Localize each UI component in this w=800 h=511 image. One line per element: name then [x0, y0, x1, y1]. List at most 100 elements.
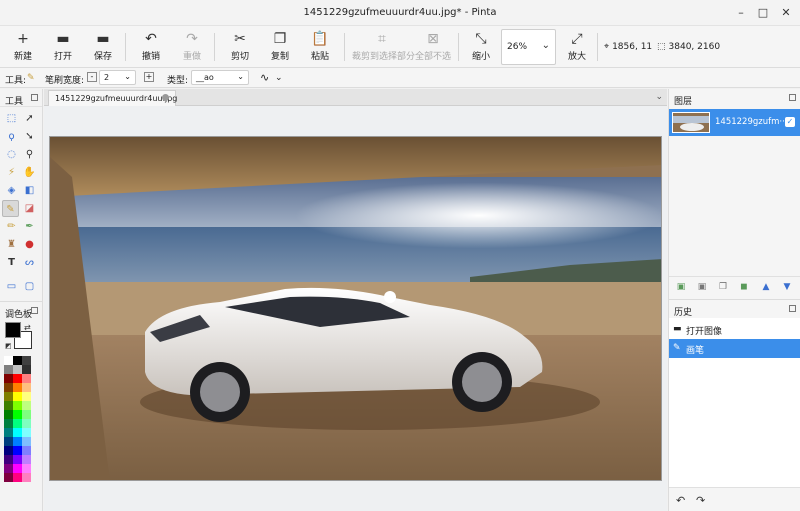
palette-swatch[interactable] [4, 428, 13, 437]
rectangle-select-icon[interactable]: ⬚ [3, 110, 20, 127]
palette-swatch[interactable] [13, 464, 22, 473]
document-tab[interactable]: 1451229gzufmeuuurdr4uu.jpg [48, 90, 177, 106]
palette-swatch[interactable] [13, 374, 22, 383]
line-curve-icon[interactable]: ᔕ [21, 254, 38, 271]
palette-swatch[interactable] [4, 419, 13, 428]
move-layer-up-icon[interactable]: ▲ [761, 282, 771, 292]
palette-swatch[interactable] [4, 374, 13, 383]
pan-tool-icon[interactable]: ✋ [21, 164, 38, 181]
palette-swatch[interactable] [4, 455, 13, 464]
save-button[interactable]: ▬ 保存 [83, 29, 123, 65]
palette-swatch[interactable] [4, 356, 13, 365]
magic-wand-icon[interactable]: ⚡ [3, 164, 20, 181]
palette-swatch[interactable] [4, 365, 13, 374]
palette-swatch[interactable] [13, 365, 22, 374]
clone-stamp-icon[interactable]: ♜ [3, 236, 20, 253]
duplicate-layer-icon[interactable]: ❐ [718, 282, 728, 292]
redo-button[interactable]: ↷ 重做 [172, 29, 212, 65]
palette-swatch[interactable] [4, 464, 13, 473]
gradient-icon[interactable]: ◧ [21, 182, 38, 199]
text-tool-icon[interactable]: T [3, 254, 20, 271]
recolor-icon[interactable]: ● [21, 236, 38, 253]
move-selection-icon[interactable]: ➘ [21, 128, 38, 145]
layer-visibility-checkbox[interactable]: ✓ [785, 117, 795, 127]
undo-icon[interactable]: ↶ [676, 494, 685, 507]
move-layer-down-icon[interactable]: ▼ [782, 282, 792, 292]
antialiasing-icon[interactable]: ∿ [260, 71, 269, 84]
palette-swatch[interactable] [22, 356, 31, 365]
color-picker-icon[interactable]: ✒ [21, 218, 38, 235]
history-item[interactable]: ✎ 画笔 [669, 339, 800, 358]
palette-swatch[interactable] [13, 428, 22, 437]
palette-swatch[interactable] [4, 392, 13, 401]
palette-swatch[interactable] [13, 392, 22, 401]
rounded-rectangle-icon[interactable]: ▢ [21, 278, 38, 295]
brush-type-select[interactable]: __ao ⌄ [191, 70, 249, 85]
maximize-button[interactable]: □ [755, 5, 771, 21]
paste-button[interactable]: 📋 粘贴 [300, 29, 340, 65]
palette-swatch[interactable] [22, 428, 31, 437]
palette-swatch[interactable] [13, 419, 22, 428]
move-selected-icon[interactable]: ➚ [21, 110, 38, 127]
deselect-all-button[interactable]: ⊠ 全部不选 [413, 29, 453, 65]
ellipse-select-icon[interactable]: ◌ [3, 146, 20, 163]
palette-swatch[interactable] [13, 401, 22, 410]
canvas-image[interactable] [49, 136, 662, 481]
palette-swatch[interactable] [13, 473, 22, 482]
palette-swatch[interactable] [4, 410, 13, 419]
merge-layer-icon[interactable]: ◼ [739, 282, 749, 292]
minimize-button[interactable]: – [733, 5, 749, 21]
close-button[interactable]: ✕ [778, 5, 794, 21]
palette-swatch[interactable] [13, 356, 22, 365]
palette-swatch[interactable] [22, 455, 31, 464]
palette-swatch[interactable] [22, 365, 31, 374]
palette-swatch[interactable] [22, 419, 31, 428]
zoom-in-button[interactable]: ⤢ 放大 [557, 29, 597, 65]
zoom-out-button[interactable]: ⤡ 缩小 [461, 29, 501, 65]
increase-width-button[interactable]: + [144, 72, 154, 82]
chevron-down-icon[interactable]: ⌄ [275, 73, 283, 83]
palette-swatch[interactable] [13, 383, 22, 392]
pin-icon[interactable] [789, 305, 796, 312]
eraser-icon[interactable]: ◪ [21, 200, 38, 217]
decrease-width-button[interactable]: - [87, 72, 97, 82]
palette-swatch[interactable] [4, 401, 13, 410]
palette-swatch[interactable] [22, 410, 31, 419]
layer-item[interactable]: 1451229gzufm··· ✓ [669, 109, 800, 136]
palette-swatch[interactable] [13, 410, 22, 419]
zoom-tool-icon[interactable]: ⚲ [21, 146, 38, 163]
paintbrush-tool-icon[interactable]: ✎ [2, 200, 19, 217]
history-item[interactable]: ▬ 打开图像 [669, 320, 800, 339]
pin-icon[interactable] [31, 307, 38, 314]
palette-swatch[interactable] [22, 446, 31, 455]
palette-swatch[interactable] [22, 383, 31, 392]
palette-swatch[interactable] [22, 464, 31, 473]
palette-swatch[interactable] [22, 392, 31, 401]
rectangle-tool-icon[interactable]: ▭ [3, 278, 20, 295]
palette-swatch[interactable] [22, 374, 31, 383]
crop-to-selection-button[interactable]: ⌗ 裁剪到选择部分 [352, 29, 415, 65]
palette-swatch[interactable] [4, 473, 13, 482]
add-layer-icon[interactable]: ▣ [676, 282, 686, 292]
palette-swatch[interactable] [13, 446, 22, 455]
chevron-down-icon[interactable]: ⌄ [655, 92, 663, 102]
lasso-select-icon[interactable]: ϙ [3, 128, 20, 145]
palette-swatch[interactable] [4, 383, 13, 392]
paint-bucket-icon[interactable]: ◈ [3, 182, 20, 199]
delete-layer-icon[interactable]: ▣ [697, 282, 707, 292]
close-tab-icon[interactable] [162, 94, 169, 101]
pin-icon[interactable] [789, 94, 796, 101]
redo-icon[interactable]: ↷ [696, 494, 705, 507]
pencil-icon[interactable]: ✏ [3, 218, 20, 235]
palette-swatch[interactable] [13, 455, 22, 464]
pin-icon[interactable] [31, 94, 38, 101]
primary-color[interactable] [5, 322, 21, 338]
zoom-select[interactable]: 26% ⌄ [501, 29, 556, 65]
palette-swatch[interactable] [22, 437, 31, 446]
palette-swatch[interactable] [22, 401, 31, 410]
palette-swatch[interactable] [22, 473, 31, 482]
reset-colors-icon[interactable]: ◩ [5, 342, 12, 350]
brush-width-select[interactable]: 2 ⌄ [99, 70, 136, 85]
palette-swatch[interactable] [4, 446, 13, 455]
palette-swatch[interactable] [13, 437, 22, 446]
